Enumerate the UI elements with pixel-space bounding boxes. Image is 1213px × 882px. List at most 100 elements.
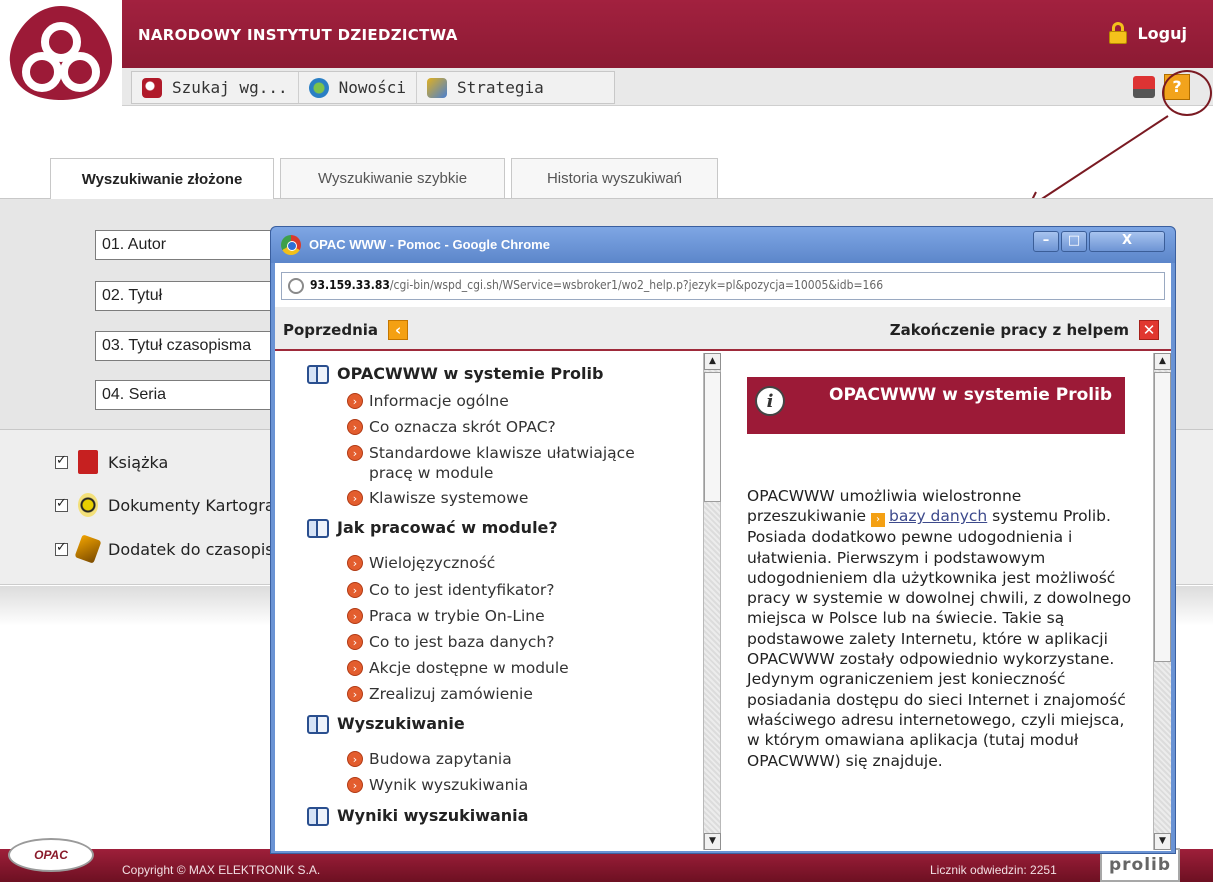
close-window-button[interactable]: X bbox=[1089, 231, 1165, 252]
toc-section[interactable]: Jak pracować w module? bbox=[305, 517, 558, 538]
scroll-up-arrow-icon[interactable]: ▲ bbox=[704, 353, 721, 370]
login-button[interactable]: Loguj bbox=[1109, 22, 1187, 44]
window-body: 93.159.33.83/cgi-bin/wspd_cgi.sh/WServic… bbox=[275, 263, 1171, 851]
search-field-series[interactable]: 04. Seria bbox=[95, 380, 295, 410]
help-toolbar: Poprzednia ‹ Zakończenie pracy z helpem … bbox=[275, 307, 1171, 351]
search-field-author[interactable]: 01. Autor bbox=[95, 230, 295, 260]
toc-section-title: Wyniki wyszukiwania bbox=[337, 805, 529, 825]
supplement-icon bbox=[74, 534, 102, 564]
arrow-bullet-icon: › bbox=[347, 660, 363, 676]
arrow-bullet-icon: › bbox=[347, 555, 363, 571]
institute-logo[interactable] bbox=[0, 0, 122, 105]
content-scrollbar[interactable]: ▲ ▼ bbox=[1153, 353, 1171, 850]
tab-search-history[interactable]: Historia wyszukiwań bbox=[511, 158, 718, 198]
nav-label: Nowości bbox=[338, 78, 407, 97]
search-icon bbox=[142, 77, 162, 98]
content-body: OPACWWW umożliwia wielostronne przeszuki… bbox=[747, 487, 1132, 770]
book-icon bbox=[305, 713, 329, 734]
previous-button[interactable]: Poprzednia ‹ bbox=[283, 320, 409, 340]
help-table-of-contents: OPACWWW w systemie Prolib › Informacje og… bbox=[275, 353, 705, 850]
book-icon bbox=[305, 805, 329, 826]
arrow-bullet-icon: › bbox=[347, 634, 363, 650]
nav-news[interactable]: Nowości bbox=[299, 72, 418, 103]
toc-section-title: OPACWWW w systemie Prolib bbox=[337, 363, 604, 383]
toc-item[interactable]: › Wynik wyszukiwania bbox=[347, 775, 528, 795]
content-heading-box: i OPACWWW w systemie Prolib bbox=[747, 377, 1125, 434]
toc-section-title: Jak pracować w module? bbox=[337, 517, 558, 537]
toc-section[interactable]: Wyszukiwanie bbox=[305, 713, 465, 734]
checkbox[interactable] bbox=[55, 496, 68, 512]
opac-logo: OPAC bbox=[8, 838, 94, 872]
nav-label: Strategia bbox=[457, 78, 544, 97]
end-help-button[interactable]: Zakończenie pracy z helpem ✕ bbox=[890, 320, 1159, 340]
address-bar[interactable]: 93.159.33.83/cgi-bin/wspd_cgi.sh/WServic… bbox=[281, 272, 1165, 300]
print-icon[interactable] bbox=[1133, 76, 1155, 98]
annotation-circle bbox=[1162, 70, 1212, 116]
type-label: Książka bbox=[108, 452, 169, 472]
scroll-down-arrow-icon[interactable]: ▼ bbox=[1154, 833, 1171, 850]
checkbox[interactable] bbox=[55, 540, 68, 556]
arrow-bullet-icon: › bbox=[347, 582, 363, 598]
back-arrow-icon: ‹ bbox=[388, 320, 409, 340]
toc-item[interactable]: › Co to jest baza danych? bbox=[347, 632, 554, 652]
toc-section[interactable]: OPACWWW w systemie Prolib bbox=[305, 363, 604, 384]
tab-complex-search[interactable]: Wyszukiwanie złożone bbox=[50, 158, 274, 199]
arrow-bullet-icon: › bbox=[347, 777, 363, 793]
maximize-button[interactable]: □ bbox=[1061, 231, 1087, 252]
arrow-bullet-icon: › bbox=[347, 490, 363, 506]
scroll-down-arrow-icon[interactable]: ▼ bbox=[704, 833, 721, 850]
search-field-title[interactable]: 02. Tytuł bbox=[95, 281, 295, 311]
info-icon: i bbox=[755, 386, 785, 416]
copyright-text: Copyright © MAX ELEKTRONIK S.A. bbox=[122, 863, 321, 877]
news-icon bbox=[308, 77, 329, 98]
scroll-up-arrow-icon[interactable]: ▲ bbox=[1154, 353, 1171, 370]
arrow-bullet-icon: › bbox=[347, 393, 363, 409]
tab-quick-search[interactable]: Wyszukiwanie szybkie bbox=[280, 158, 505, 198]
url-host: 93.159.33.83 bbox=[310, 278, 390, 292]
previous-label: Poprzednia bbox=[283, 321, 379, 339]
minimize-button[interactable]: – bbox=[1033, 231, 1059, 252]
toc-item[interactable]: › Budowa zapytania bbox=[347, 749, 512, 769]
arrow-bullet-icon: › bbox=[347, 445, 363, 461]
toc-item[interactable]: › Praca w trybie On-Line bbox=[347, 606, 545, 626]
page-icon bbox=[288, 278, 304, 294]
book-icon bbox=[305, 517, 329, 538]
arrow-bullet-icon: › bbox=[347, 608, 363, 624]
type-row-book[interactable]: Książka bbox=[55, 450, 168, 474]
chrome-icon bbox=[281, 235, 301, 255]
window-title: OPAC WWW - Pomoc - Google Chrome bbox=[309, 237, 550, 252]
type-row-supplement[interactable]: Dodatek do czasopisma bbox=[55, 534, 299, 564]
toc-item[interactable]: › Zrealizuj zamówienie bbox=[347, 684, 533, 704]
window-titlebar[interactable]: OPAC WWW - Pomoc - Google Chrome – □ X bbox=[271, 227, 1175, 263]
toc-item[interactable]: › Akcje dostępne w module bbox=[347, 658, 569, 678]
nav-label: Szukaj wg... bbox=[172, 78, 288, 97]
toc-item[interactable]: › Co oznacza skrót OPAC? bbox=[347, 417, 556, 437]
main-nav: Szukaj wg... Nowości Strategia ? bbox=[122, 68, 1213, 106]
toc-section[interactable]: Wyniki wyszukiwania bbox=[305, 805, 529, 826]
link-arrow-icon: › bbox=[870, 513, 885, 528]
nav-menu: Szukaj wg... Nowości Strategia bbox=[131, 71, 615, 104]
nav-search-by[interactable]: Szukaj wg... bbox=[132, 72, 299, 103]
header-bar: NARODOWY INSTYTUT DZIEDZICTWA Loguj bbox=[122, 0, 1213, 68]
toc-item[interactable]: › Informacje ogólne bbox=[347, 391, 509, 411]
search-field-journal-title[interactable]: 03. Tytuł czasopisma bbox=[95, 331, 295, 361]
end-help-label: Zakończenie pracy z helpem bbox=[889, 321, 1129, 339]
toc-item[interactable]: › Klawisze systemowe bbox=[347, 488, 528, 508]
close-icon: ✕ bbox=[1139, 320, 1159, 340]
toc-section-title: Wyszukiwanie bbox=[337, 713, 465, 733]
content-heading: OPACWWW w systemie Prolib bbox=[829, 385, 1113, 405]
login-label: Loguj bbox=[1137, 23, 1187, 43]
strategy-icon bbox=[427, 77, 448, 98]
scroll-thumb[interactable] bbox=[704, 372, 721, 502]
map-icon bbox=[78, 493, 98, 517]
database-link[interactable]: bazy danych bbox=[889, 507, 987, 525]
scroll-thumb[interactable] bbox=[1154, 372, 1171, 662]
toc-item[interactable]: › Co to jest identyfikator? bbox=[347, 580, 555, 600]
arrow-bullet-icon: › bbox=[347, 686, 363, 702]
checkbox[interactable] bbox=[55, 453, 68, 469]
book-icon bbox=[305, 363, 329, 384]
toc-item[interactable]: › Standardowe klawisze ułatwiające pracę … bbox=[347, 443, 647, 483]
toc-scrollbar[interactable]: ▲ ▼ bbox=[703, 353, 721, 850]
toc-item[interactable]: › Wielojęzyczność bbox=[347, 553, 495, 573]
nav-strategy[interactable]: Strategia bbox=[417, 72, 554, 103]
